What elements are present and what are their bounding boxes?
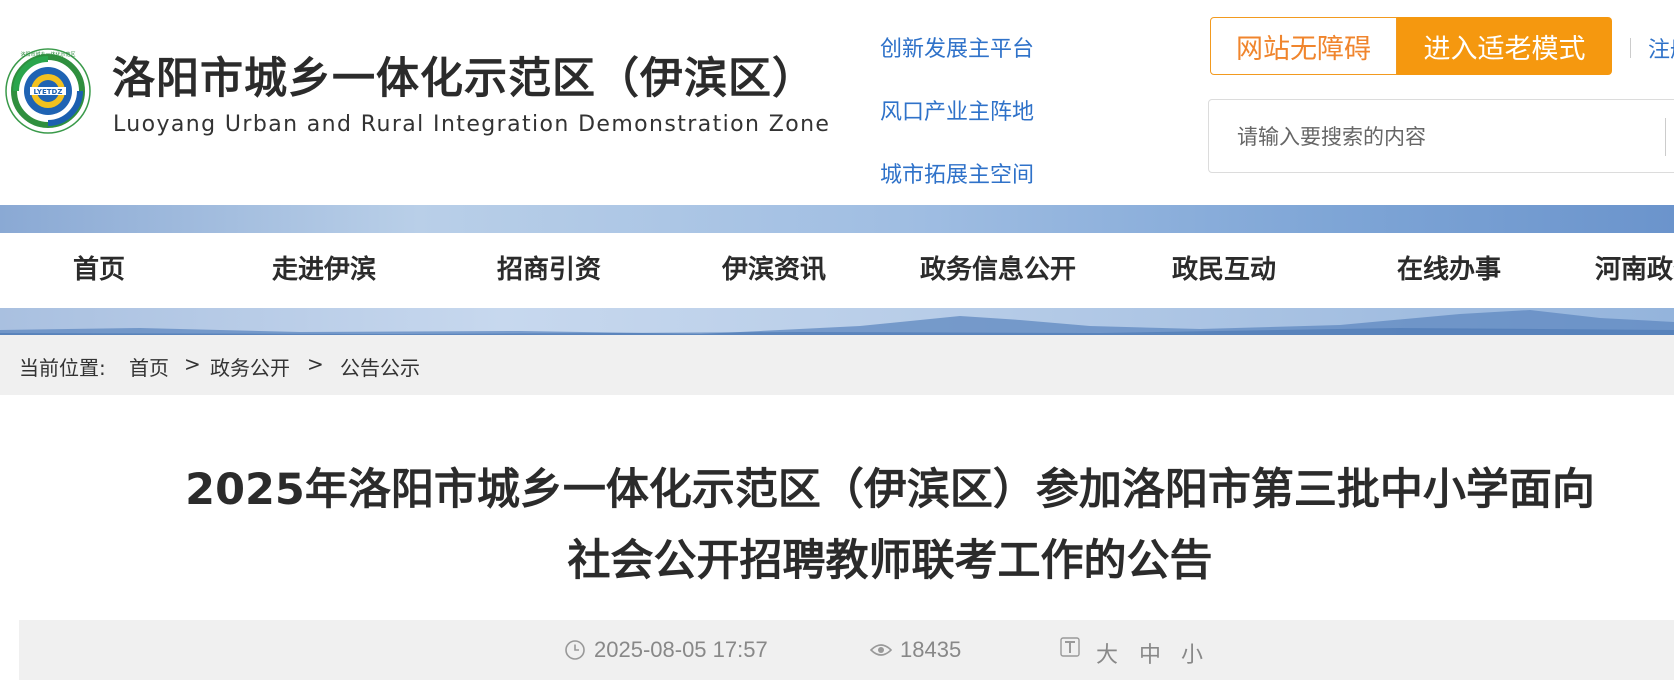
publish-date: 2025-08-05 17:57 [564, 637, 768, 663]
eye-icon [870, 644, 892, 656]
publish-date-text: 2025-08-05 17:57 [594, 637, 768, 662]
svg-text:LYETDZ: LYETDZ [34, 88, 63, 96]
breadcrumb-gov-open[interactable]: 政务公开 [210, 352, 290, 381]
nav-item-interaction[interactable]: 政民互动 [1172, 233, 1276, 308]
breadcrumb-separator: > [184, 352, 201, 376]
nav-item-investment[interactable]: 招商引资 [497, 233, 601, 308]
text-size-icon [1060, 637, 1080, 657]
search-box [1208, 99, 1674, 173]
site-title: 洛阳市城乡一体化示范区（伊滨区） [112, 54, 816, 104]
nav-item-online-services[interactable]: 在线办事 [1397, 233, 1501, 308]
mountain-silhouette [0, 310, 1674, 335]
slogan-link-3[interactable]: 城市拓展主空间 [880, 144, 1034, 207]
breadcrumb-separator: > [307, 352, 324, 376]
elder-mode-button[interactable]: 进入适老模式 [1397, 17, 1612, 75]
register-link[interactable]: 注册 [1648, 32, 1674, 64]
header-divider [1630, 38, 1631, 58]
main-nav: 首页 走进伊滨 招商引资 伊滨资讯 政务信息公开 政民互动 在线办事 河南政务 [0, 233, 1674, 308]
site-logo-emblem[interactable]: LYETDZ 洛阳市城乡一体化示范区 [4, 47, 92, 135]
clock-icon [565, 640, 585, 660]
font-size-small-button[interactable]: 小 [1181, 637, 1203, 669]
article-title-line-2: 社会公开招聘教师联考工作的公告 [567, 536, 1213, 586]
svg-text:洛阳市城乡一体化示范区: 洛阳市城乡一体化示范区 [20, 51, 75, 58]
nav-item-about-yibin[interactable]: 走进伊滨 [272, 233, 376, 308]
breadcrumb-notices[interactable]: 公告公示 [340, 352, 420, 381]
accessibility-button[interactable]: 网站无障碍 [1210, 17, 1397, 75]
nav-item-henan-gov[interactable]: 河南政务 [1595, 233, 1674, 308]
font-size-label [1060, 637, 1088, 657]
search-input[interactable] [1237, 120, 1637, 154]
article-title: 2025年洛阳市城乡一体化示范区（伊滨区）参加洛阳市第三批中小学面向 社会公开招… [100, 455, 1674, 597]
nav-item-news[interactable]: 伊滨资讯 [722, 233, 826, 308]
article-title-line-1: 2025年洛阳市城乡一体化示范区（伊滨区）参加洛阳市第三批中小学面向 [185, 465, 1595, 515]
article-meta-bar: 2025-08-05 17:57 18435 大 中 小 [19, 620, 1674, 680]
banner-strip-top [0, 205, 1674, 233]
breadcrumb: 当前位置: 首页 > 政务公开 > 公告公示 [0, 335, 1674, 395]
breadcrumb-prefix: 当前位置: [19, 356, 106, 380]
view-count: 18435 [870, 637, 961, 663]
breadcrumb-home[interactable]: 首页 [129, 352, 169, 381]
search-divider [1665, 118, 1666, 156]
site-header: LYETDZ 洛阳市城乡一体化示范区 洛阳市城乡一体化示范区（伊滨区） Luoy… [0, 0, 1674, 205]
banner-strip-bottom [0, 308, 1674, 335]
site-subtitle: Luoyang Urban and Rural Integration Demo… [113, 112, 831, 137]
font-size-large-button[interactable]: 大 [1096, 637, 1118, 669]
font-size-medium-button[interactable]: 中 [1139, 637, 1161, 669]
nav-item-gov-info[interactable]: 政务信息公开 [920, 233, 1076, 308]
nav-item-home[interactable]: 首页 [73, 233, 125, 308]
slogan-list: 创新发展主平台 风口产业主阵地 城市拓展主空间 [880, 18, 1034, 207]
view-count-text: 18435 [900, 637, 962, 662]
slogan-link-1[interactable]: 创新发展主平台 [880, 18, 1034, 81]
slogan-link-2[interactable]: 风口产业主阵地 [880, 81, 1034, 144]
